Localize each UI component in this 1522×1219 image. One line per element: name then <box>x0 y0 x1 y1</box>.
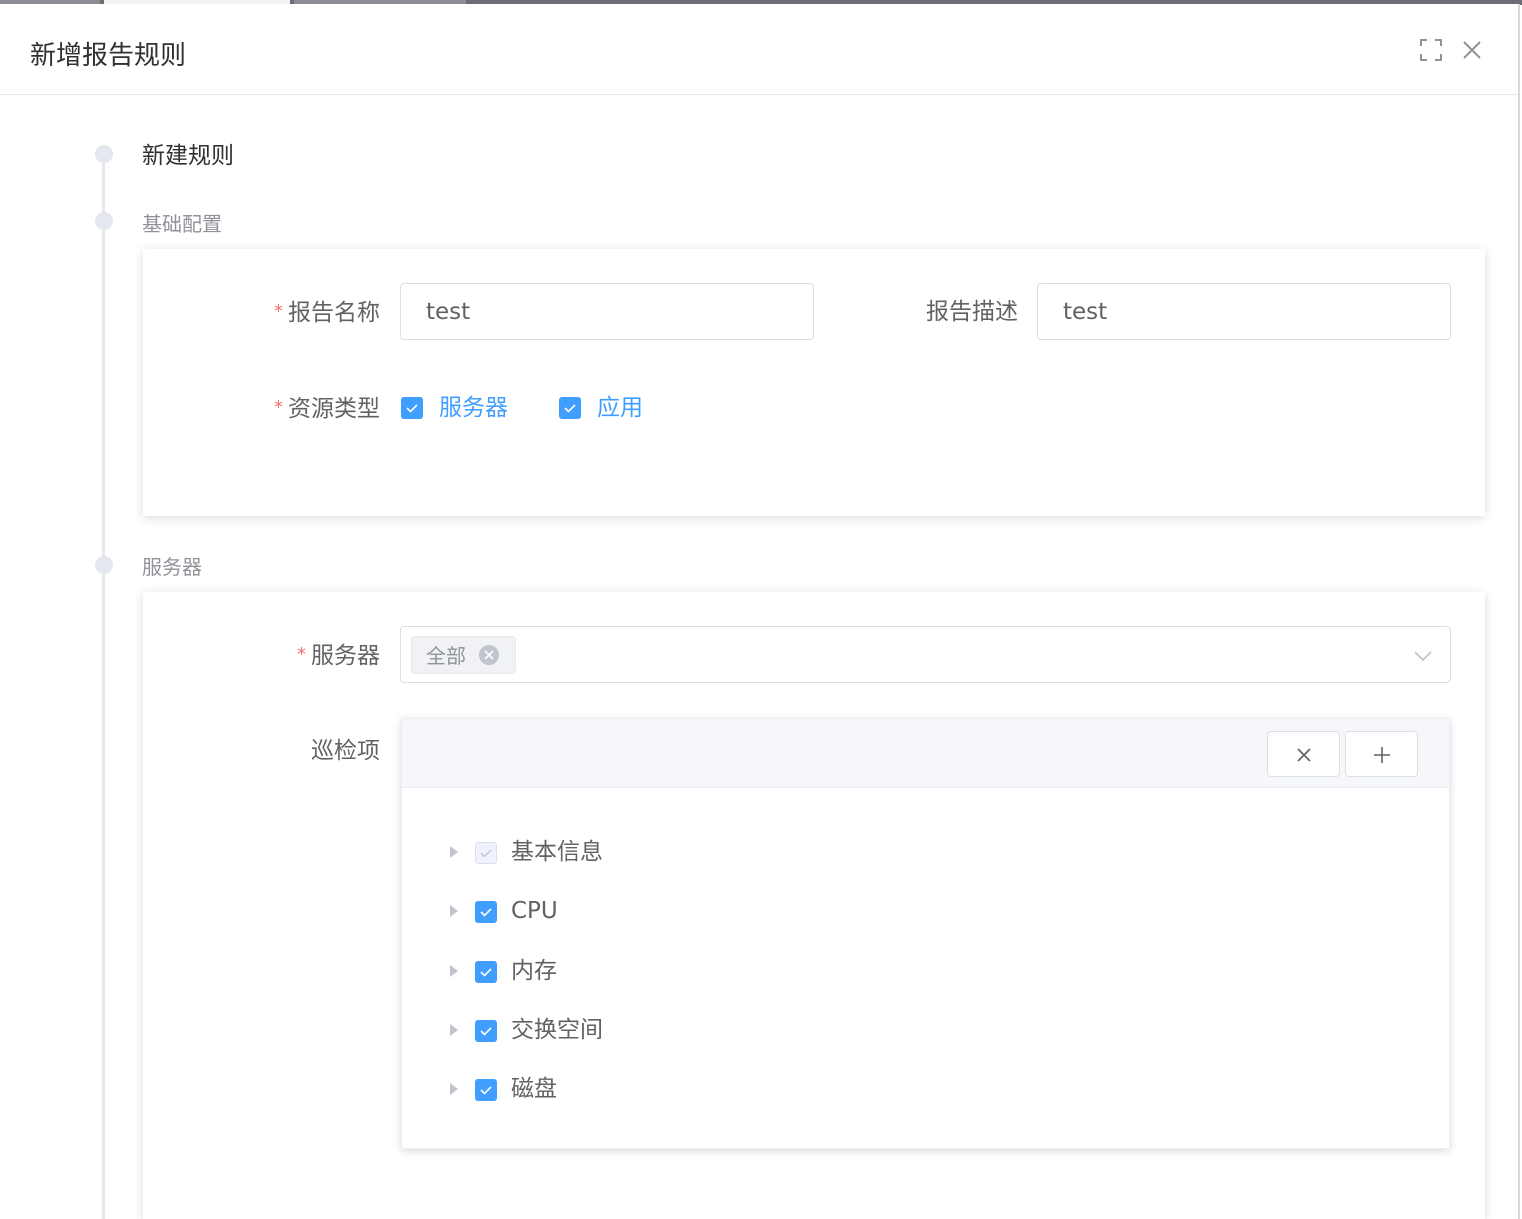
report-desc-input[interactable]: test <box>1037 283 1451 340</box>
tree-node-label: 交换空间 <box>511 1017 603 1043</box>
tree-node-checkbox[interactable] <box>475 1079 497 1101</box>
caret-right-icon[interactable] <box>450 846 458 858</box>
checkbox-app-type-label[interactable]: 应用 <box>597 392 643 424</box>
dialog-title: 新增报告规则 <box>30 41 187 71</box>
checkbox-server-type[interactable] <box>401 397 423 419</box>
plus-icon <box>1374 747 1390 763</box>
report-name-input[interactable]: test <box>400 283 814 340</box>
server-select[interactable]: 全部 <box>400 626 1451 683</box>
tree-node-checkbox[interactable] <box>475 901 497 923</box>
tree-node-label: 内存 <box>511 958 557 984</box>
timeline-line <box>102 158 105 1219</box>
chevron-down-icon[interactable] <box>1412 645 1434 667</box>
selected-tag: 全部 <box>411 636 516 674</box>
tag-close-icon[interactable] <box>479 645 499 665</box>
inspect-items-label: 巡检项 <box>311 738 380 764</box>
caret-right-icon[interactable] <box>450 905 458 917</box>
collapse-all-button[interactable] <box>1267 731 1340 777</box>
timeline-step-server: 服务器 <box>142 555 202 579</box>
checkbox-server-type-label[interactable]: 服务器 <box>439 392 508 424</box>
timeline-step-new-rule: 新建规则 <box>142 143 234 169</box>
report-name-label: * 报告名称 <box>274 300 380 326</box>
dialog-header: 新增报告规则 <box>0 4 1518 95</box>
tree-node[interactable]: 磁盘 <box>402 1070 1449 1110</box>
tree-node[interactable]: 交换空间 <box>402 1011 1449 1051</box>
tree-node[interactable]: 内存 <box>402 952 1449 992</box>
server-label: * 服务器 <box>297 643 380 669</box>
tree-node-checkbox[interactable] <box>475 1020 497 1042</box>
checkbox-app-type[interactable] <box>559 397 581 419</box>
expand-all-button[interactable] <box>1345 731 1418 777</box>
timeline-step-basic-config: 基础配置 <box>142 212 222 236</box>
tree-node-checkbox <box>475 842 497 864</box>
caret-right-icon[interactable] <box>450 1024 458 1036</box>
report-desc-label: 报告描述 <box>926 299 1018 325</box>
fullscreen-icon[interactable] <box>1419 38 1443 62</box>
timeline-dot <box>95 212 113 230</box>
resource-type-label: * 资源类型 <box>274 396 380 422</box>
caret-right-icon[interactable] <box>450 965 458 977</box>
tree-node[interactable]: 基本信息 <box>402 833 1449 873</box>
timeline-dot <box>95 556 113 574</box>
tree-node-label: 基本信息 <box>511 839 603 865</box>
timeline-dot <box>95 145 113 163</box>
tree-node-label: CPU <box>511 898 558 924</box>
close-icon <box>1297 748 1311 762</box>
close-icon[interactable] <box>1460 38 1484 62</box>
tree-node[interactable]: CPU <box>402 892 1449 932</box>
tree-node-label: 磁盘 <box>511 1076 557 1102</box>
caret-right-icon[interactable] <box>450 1083 458 1095</box>
inspect-items-tree-panel: 基本信息 CPU 内存 交换空间 磁盘 <box>401 718 1450 1149</box>
tree-node-checkbox[interactable] <box>475 961 497 983</box>
tree-toolbar <box>402 719 1449 788</box>
